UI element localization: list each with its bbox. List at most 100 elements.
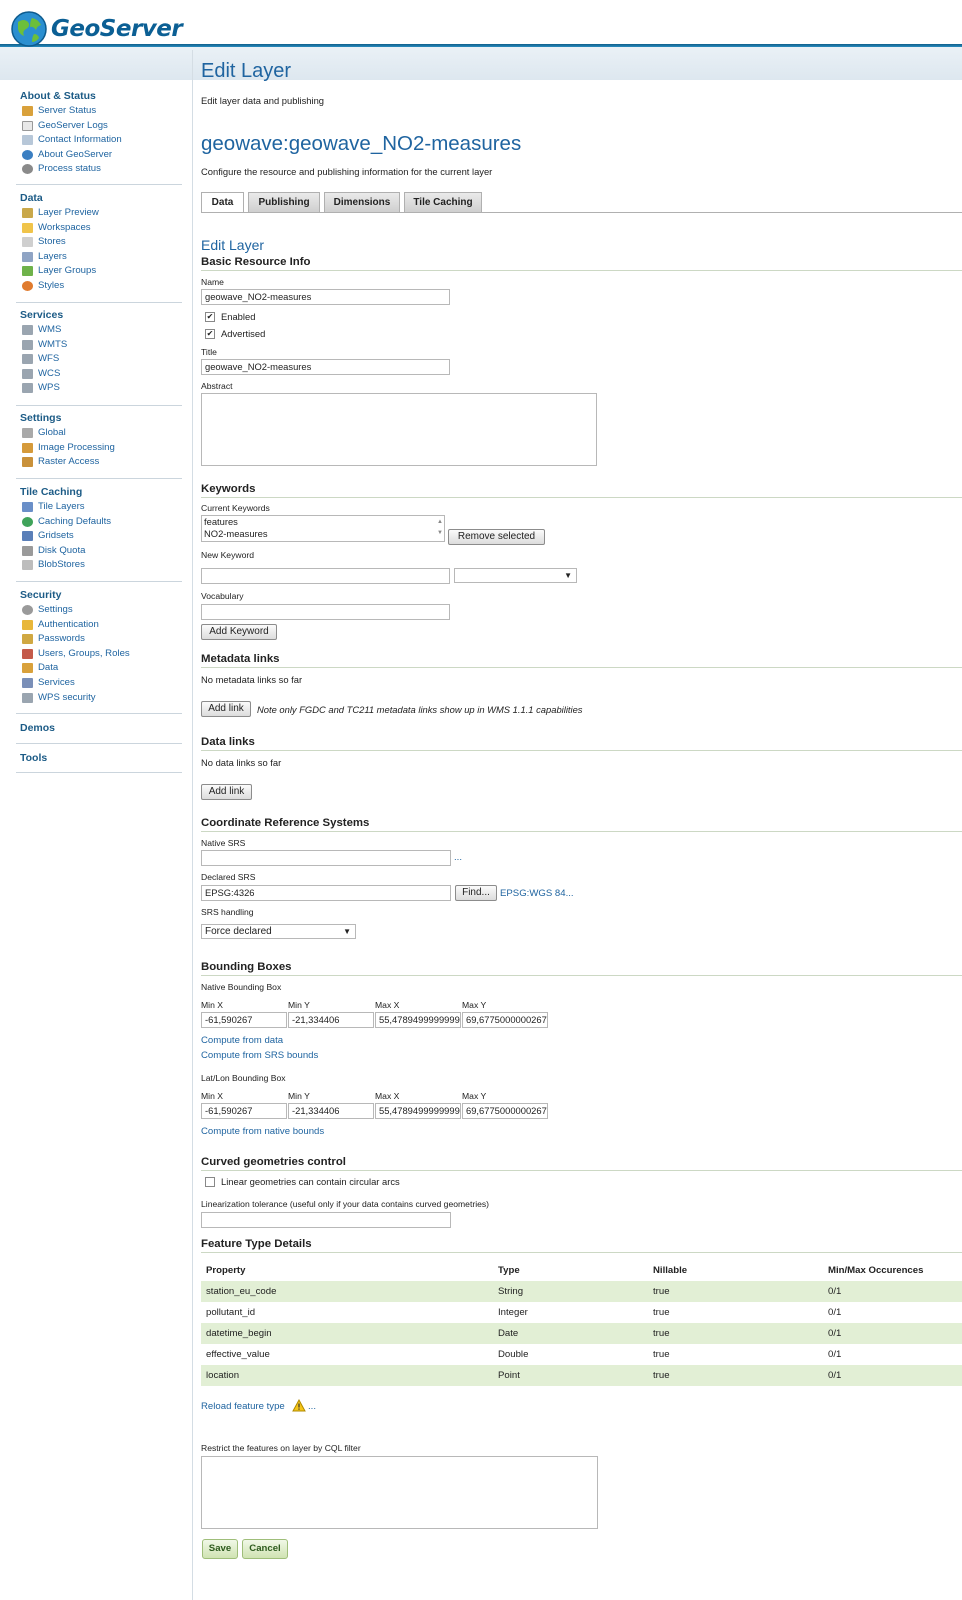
sidebar-item-server-status[interactable]: Server Status [20,104,186,119]
latlon-miny-input[interactable]: -21,334406 [288,1103,374,1119]
reload-details-link[interactable]: ... [308,1401,316,1412]
sidebar-item-security-settings[interactable]: Settings [20,603,186,618]
sidebar-item-wmts[interactable]: WMTS [20,338,186,353]
tab-data[interactable]: Data [201,192,244,213]
sidebar-item-caching-defaults[interactable]: Caching Defaults [20,515,186,530]
cell-property: effective_value [206,1349,270,1360]
reload-feature-type-link[interactable]: Reload feature type [201,1401,285,1412]
native-minx-input[interactable]: -61,590267 [201,1012,287,1028]
curved-geometries-title: Curved geometries control [201,1156,346,1168]
native-miny-input[interactable]: -21,334406 [288,1012,374,1028]
circular-arcs-checkbox[interactable] [205,1177,215,1187]
sidebar-section-about: About & Status Server Status GeoServer L… [20,88,186,177]
native-maxy-input[interactable]: 69,6775000000267 [462,1012,548,1028]
sidebar-item-layers[interactable]: Layers [20,250,186,265]
title-input[interactable]: geowave_NO2-measures [201,359,450,375]
scroll-arrows-icon[interactable]: ▲ ▼ [437,517,443,539]
sidebar-item-layer-groups[interactable]: Layer Groups [20,264,186,279]
latlon-maxx-input[interactable]: 55,4789499999999 [375,1103,461,1119]
sidebar-item-label: Data [38,662,59,674]
sidebar-section-title[interactable]: Settings [20,410,186,426]
security-settings-icon [22,605,33,615]
sidebar-section-title[interactable]: Services [20,307,186,323]
sidebar-item-users-groups-roles[interactable]: Users, Groups, Roles [20,647,186,662]
geoserver-logo[interactable]: GeoServer [10,10,183,48]
sidebar-section-title[interactable]: Tools [20,750,186,766]
compute-from-native-link[interactable]: Compute from native bounds [201,1126,324,1137]
native-srs-details-link[interactable]: ... [454,852,462,863]
sidebar-item-label: Services [38,676,75,688]
sidebar-item-image-processing[interactable]: Image Processing [20,441,186,456]
sidebar-item-contact-information[interactable]: Contact Information [20,133,186,148]
vocabulary-select[interactable]: ▼ [454,568,577,583]
sidebar-item-wps[interactable]: WPS [20,381,186,396]
sidebar-section-title[interactable]: About & Status [20,88,186,104]
tab-dimensions[interactable]: Dimensions [324,192,400,212]
cancel-button[interactable]: Cancel [242,1539,288,1559]
sidebar-item-label: WPS [38,382,60,394]
sidebar-item-geoserver-logs[interactable]: GeoServer Logs [20,119,186,134]
add-keyword-button[interactable]: Add Keyword [201,624,277,640]
sidebar-item-disk-quota[interactable]: Disk Quota [20,544,186,559]
find-srs-button[interactable]: Find... [455,885,497,901]
tab-publishing[interactable]: Publishing [248,192,320,212]
sidebar-section-title[interactable]: Demos [20,720,186,736]
linearization-tolerance-input[interactable] [201,1212,451,1228]
compute-from-srs-link[interactable]: Compute from SRS bounds [201,1050,318,1061]
tab-tile-caching[interactable]: Tile Caching [404,192,482,212]
sidebar-item-workspaces[interactable]: Workspaces [20,221,186,236]
sidebar-item-label: WCS [38,367,61,379]
blobstores-icon [22,560,33,571]
sidebar-item-layer-preview[interactable]: Layer Preview [20,206,186,221]
enabled-checkbox[interactable]: ✔ [205,312,215,322]
vocabulary-input[interactable] [201,604,450,620]
new-keyword-input[interactable] [201,568,450,584]
sidebar-item-styles[interactable]: Styles [20,279,186,294]
sidebar-item-tile-layers[interactable]: Tile Layers [20,500,186,515]
cql-filter-textarea[interactable] [201,1456,598,1529]
metadata-empty-text: No metadata links so far [201,674,303,685]
sidebar-item-wps-security[interactable]: WPS security [20,691,186,706]
sidebar-item-gridsets[interactable]: Gridsets [20,529,186,544]
sidebar-item-stores[interactable]: Stores [20,235,186,250]
logs-icon [22,120,33,131]
native-miny-label: Min Y [288,1000,310,1010]
passwords-icon [22,634,33,645]
native-srs-input[interactable] [201,850,451,866]
latlon-minx-input[interactable]: -61,590267 [201,1103,287,1119]
declared-srs-input[interactable]: EPSG:4326 [201,885,451,901]
sidebar-section-title[interactable]: Security [20,587,186,603]
sidebar-item-security-services[interactable]: Services [20,676,186,691]
sidebar-item-label: Image Processing [38,441,115,453]
sidebar-item-raster-access[interactable]: Raster Access [20,455,186,470]
sidebar-item-authentication[interactable]: Authentication [20,618,186,633]
srs-handling-select[interactable]: Force declared ▼ [201,924,356,939]
native-maxx-input[interactable]: 55,4789499999999 [375,1012,461,1028]
compute-from-data-link[interactable]: Compute from data [201,1035,283,1046]
abstract-textarea[interactable] [201,393,597,466]
declared-srs-link[interactable]: EPSG:WGS 84... [500,888,574,899]
sidebar-item-passwords[interactable]: Passwords [20,632,186,647]
sidebar-item-security-data[interactable]: Data [20,661,186,676]
list-item[interactable]: features [204,516,444,528]
cell-property: datetime_begin [206,1328,272,1339]
latlon-maxy-input[interactable]: 69,6775000000267 [462,1103,548,1119]
advertised-checkbox[interactable]: ✔ [205,329,215,339]
list-item[interactable]: NO2-measures [204,528,444,540]
current-keywords-list[interactable]: features NO2-measures ▲ ▼ [201,515,445,542]
sidebar-item-wms[interactable]: WMS [20,323,186,338]
add-data-link-button[interactable]: Add link [201,784,252,800]
sidebar-item-about-geoserver[interactable]: About GeoServer [20,148,186,163]
sidebar-section-title[interactable]: Tile Caching [20,484,186,500]
add-metadata-link-button[interactable]: Add link [201,701,251,717]
sidebar-section-title[interactable]: Data [20,190,186,206]
sidebar-item-global[interactable]: Global [20,426,186,441]
sidebar-item-wcs[interactable]: WCS [20,367,186,382]
remove-selected-button[interactable]: Remove selected [448,529,545,545]
sidebar-item-wfs[interactable]: WFS [20,352,186,367]
sidebar-item-process-status[interactable]: Process status [20,162,186,177]
name-input[interactable]: geowave_NO2-measures [201,289,450,305]
sidebar-item-blobstores[interactable]: BlobStores [20,558,186,573]
save-button[interactable]: Save [202,1539,238,1559]
basic-info-title: Basic Resource Info [201,256,311,268]
